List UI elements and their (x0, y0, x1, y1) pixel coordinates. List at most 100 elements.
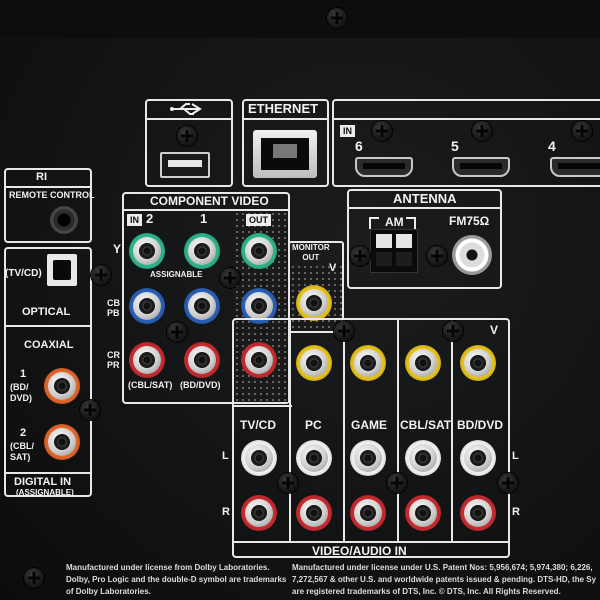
divider (349, 207, 500, 209)
ethernet-port[interactable] (253, 130, 317, 178)
optical-port[interactable] (47, 254, 77, 286)
divider (334, 118, 600, 120)
tv-cd-audio-l-jack[interactable] (241, 440, 277, 476)
coaxial-2-jack[interactable] (44, 424, 80, 460)
cb-pb-label: CB PB (107, 298, 120, 318)
divider (147, 118, 231, 120)
divider (244, 118, 327, 120)
cbl-sat-audio-r-jack[interactable] (405, 495, 441, 531)
screw-icon (24, 568, 44, 588)
dolby-legal-text: Manufactured under license from Dolby La… (66, 563, 287, 596)
component-2-pb-jack[interactable] (129, 288, 165, 324)
component-1-pb-jack[interactable] (184, 288, 220, 324)
coaxial-label: COAXIAL (24, 339, 74, 351)
hdmi-port-5[interactable] (452, 157, 510, 177)
digital-in-assignable: (ASSIGNABLE) (16, 488, 74, 497)
screw-icon (327, 8, 347, 28)
cbl-sat-col-label: CBL/SAT (400, 418, 452, 432)
divider (6, 186, 90, 188)
cbl-sat-label: (CBL/SAT) (128, 380, 173, 390)
component-2-pr-jack[interactable] (129, 342, 165, 378)
screw-icon (443, 321, 463, 341)
video-audio-in-label: VIDEO/AUDIO IN (312, 544, 407, 558)
component-video-label: COMPONENT VIDEO (150, 194, 269, 208)
divider (234, 405, 292, 407)
component-1-y-jack[interactable] (184, 233, 220, 269)
divider (6, 325, 90, 327)
pc-label: PC (305, 418, 322, 432)
fm-label: FM75Ω (449, 214, 490, 228)
hdmi-port-6[interactable] (355, 157, 413, 177)
am-label: AM (385, 215, 404, 229)
pc-audio-r-jack[interactable] (296, 495, 332, 531)
bd-dvd-label: (BD/DVD) (180, 380, 221, 390)
screw-icon (278, 473, 298, 493)
ri-panel (4, 168, 92, 243)
pc-video-jack[interactable] (296, 345, 332, 381)
digital-in-label: DIGITAL IN (14, 476, 72, 488)
component-1-label: 1 (200, 211, 208, 226)
remote-control-label: REMOTE CONTROL (9, 190, 95, 200)
cbl-sat-audio-l-jack[interactable] (405, 440, 441, 476)
monitor-out-label: MONITOR OUT (292, 243, 330, 262)
tv-cd-label: TV/CD (240, 418, 276, 432)
screw-icon (387, 473, 407, 493)
ethernet-label: ETHERNET (248, 101, 319, 116)
bd-dvd-video-jack[interactable] (460, 345, 496, 381)
audio-l-label-left: L (222, 450, 229, 462)
screw-icon (91, 265, 111, 285)
divider (343, 320, 345, 542)
component-out-y-jack[interactable] (241, 233, 277, 269)
game-video-jack[interactable] (350, 345, 386, 381)
bd-dvd-col-label: BD/DVD (457, 418, 504, 432)
divider (397, 320, 399, 542)
screw-icon (472, 121, 492, 141)
bd-dvd-audio-l-jack[interactable] (460, 440, 496, 476)
y-label: Y (113, 242, 122, 256)
pc-audio-l-jack[interactable] (296, 440, 332, 476)
divider (234, 541, 508, 543)
top-edge (0, 0, 600, 38)
screw-icon (220, 268, 240, 288)
hdmi-in-tag: IN (340, 125, 355, 137)
game-label: GAME (351, 418, 387, 432)
hdmi-port-4[interactable] (550, 157, 600, 177)
cr-pr-label: CR PR (107, 350, 120, 370)
component-in-tag: IN (127, 214, 142, 226)
divider (289, 320, 291, 542)
usb-port[interactable] (160, 152, 210, 178)
monitor-v-label: V (329, 262, 337, 274)
coax-2-number: 2 (20, 427, 27, 439)
cbl-sat-video-jack[interactable] (405, 345, 441, 381)
audio-r-label-right: R (512, 506, 520, 518)
fm-connector[interactable] (452, 235, 492, 275)
coax-1-desc: (BD/ DVD) (10, 382, 32, 403)
game-audio-r-jack[interactable] (350, 495, 386, 531)
hdmi-5-label: 5 (451, 138, 459, 154)
coax-1-number: 1 (20, 368, 27, 380)
bd-dvd-audio-r-jack[interactable] (460, 495, 496, 531)
divider (6, 472, 90, 474)
remote-control-jack[interactable] (50, 206, 78, 234)
assignable-label: ASSIGNABLE (150, 270, 203, 279)
optical-source-label: (TV/CD) (5, 268, 42, 279)
component-1-pr-jack[interactable] (184, 342, 220, 378)
component-out-tag: OUT (246, 214, 271, 226)
screw-icon (372, 121, 392, 141)
usb-icon (170, 102, 204, 116)
monitor-out-video-jack[interactable] (296, 285, 332, 321)
hdmi-4-label: 4 (548, 138, 556, 154)
screw-icon (498, 473, 518, 493)
optical-label: OPTICAL (22, 306, 71, 318)
tv-cd-audio-r-jack[interactable] (241, 495, 277, 531)
coaxial-1-jack[interactable] (44, 368, 80, 404)
audio-l-label-right: L (512, 450, 519, 462)
component-2-y-jack[interactable] (129, 233, 165, 269)
am-terminal[interactable] (370, 229, 418, 273)
game-audio-l-jack[interactable] (350, 440, 386, 476)
hdmi-6-label: 6 (355, 138, 363, 154)
divider (451, 320, 453, 542)
av-receiver-rear-panel: ETHERNET IN 6 5 4 ANTENNA AM FM75Ω RI RE… (0, 0, 600, 600)
coax-2-desc: (CBL/ SAT) (10, 441, 34, 462)
screw-icon (167, 322, 187, 342)
